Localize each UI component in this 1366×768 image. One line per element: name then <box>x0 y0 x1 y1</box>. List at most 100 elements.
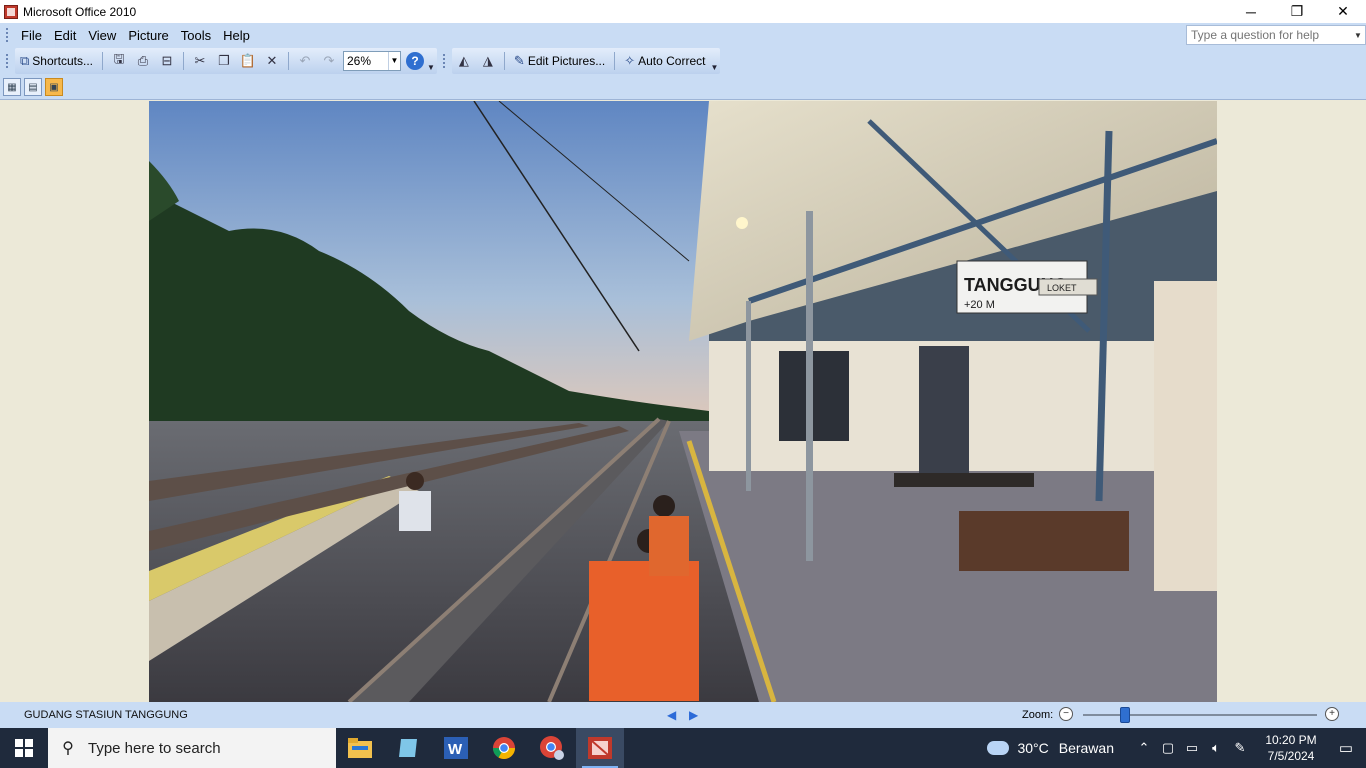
chevron-down-icon[interactable]: ▼ <box>388 52 400 70</box>
view-bar: ▦ ▤ ▣ <box>0 75 1366 100</box>
toolbar-grip-handle[interactable] <box>6 54 9 68</box>
edit-pictures-button[interactable]: ✎ Edit Pictures... <box>510 50 609 72</box>
delete-icon: ✕ <box>266 53 278 68</box>
undo-button[interactable]: ↶ <box>294 50 316 72</box>
zoom-slider-thumb[interactable] <box>1120 707 1131 723</box>
help-dropdown-arrow-icon[interactable]: ▼ <box>1351 31 1365 40</box>
single-picture-view-button[interactable]: ▣ <box>45 78 63 96</box>
windows-logo-icon <box>15 739 33 757</box>
system-tray: 30°C Berawan ⌃ ▢ ▭ 🔈︎ ✎ 10:20 PM 7/5/202… <box>987 728 1366 768</box>
zoom-in-icon[interactable]: + <box>1325 707 1339 721</box>
loket-sign-text: LOKET <box>1047 283 1077 293</box>
toolbar-separator <box>183 52 184 70</box>
notes-app-icon <box>399 739 417 757</box>
filmstrip-view-icon: ▤ <box>28 81 38 93</box>
battery-icon[interactable]: ▭ <box>1180 740 1204 756</box>
station-photo-illustration: TANGGUNG +20 M LOKET <box>149 101 1217 702</box>
title-bar: Microsoft Office 2010 ─ ❐ ✕ <box>0 0 1366 23</box>
help-button[interactable]: ? <box>404 50 426 72</box>
word-icon: W <box>444 737 468 759</box>
thumbnail-view-button[interactable]: ▦ <box>3 78 21 96</box>
toolbar-group-main: ⧉ Shortcuts... 🖫 ⎙ ⊟ ✂ ❐ 📋 ✕ ↶ ↷ 26% ▼ ?… <box>15 48 437 74</box>
toolbar-options-icon[interactable]: ▼ <box>427 63 435 72</box>
taskbar-word[interactable]: W <box>432 728 480 768</box>
svg-text:W: W <box>448 741 463 758</box>
menu-grip-handle[interactable] <box>6 28 9 42</box>
send-icon: ⊟ <box>161 53 173 68</box>
redo-button[interactable]: ↷ <box>318 50 340 72</box>
taskbar-picture-manager[interactable] <box>576 728 624 768</box>
taskbar-notes-app[interactable] <box>384 728 432 768</box>
station-sign-subtext: +20 M <box>964 299 995 311</box>
auto-correct-button[interactable]: ✧ Auto Correct <box>620 50 709 72</box>
menu-tools[interactable]: Tools <box>175 28 217 43</box>
window-controls: ─ ❐ ✕ <box>1228 0 1366 23</box>
toolbar-separator <box>102 52 103 70</box>
zoom-slider-track[interactable] <box>1083 714 1317 716</box>
toolbar-separator <box>503 52 505 70</box>
auto-correct-label: Auto Correct <box>638 54 706 68</box>
zoom-combo[interactable]: 26% ▼ <box>343 51 401 71</box>
shortcuts-icon: ⧉ <box>20 53 30 68</box>
menu-view[interactable]: View <box>82 28 122 43</box>
toolbar-group-picture: ◭ ◮ ✎ Edit Pictures... ✧ Auto Correct ▼ <box>451 48 721 74</box>
paste-button[interactable]: 📋 <box>237 50 259 72</box>
rotate-left-icon: ◭ <box>458 53 469 68</box>
taskbar-chrome[interactable] <box>480 728 528 768</box>
notifications-icon[interactable]: ▭ <box>1326 739 1366 757</box>
taskbar-file-explorer[interactable] <box>336 728 384 768</box>
volume-icon[interactable]: 🔈︎ <box>1204 740 1228 756</box>
menu-bar: File Edit View Picture Tools Help ▼ <box>0 23 1366 47</box>
restore-button[interactable]: ❐ <box>1274 0 1320 23</box>
picture-canvas: TANGGUNG +20 M LOKET <box>0 101 1366 702</box>
shortcuts-button[interactable]: ⧉ Shortcuts... <box>16 50 97 72</box>
menu-help[interactable]: Help <box>217 28 256 43</box>
copy-icon: ❐ <box>218 53 230 68</box>
standard-toolbar: ⧉ Shortcuts... 🖫 ⎙ ⊟ ✂ ❐ 📋 ✕ ↶ ↷ 26% ▼ ?… <box>0 47 1366 75</box>
close-button[interactable]: ✕ <box>1320 0 1366 23</box>
weather-temperature: 30°C <box>1017 740 1049 756</box>
save-icon: 🖫 <box>113 51 125 66</box>
thumbnail-view-icon: ▦ <box>7 81 17 93</box>
single-picture-view-icon: ▣ <box>49 81 59 93</box>
filmstrip-view-button[interactable]: ▤ <box>24 78 42 96</box>
zoom-out-icon[interactable]: − <box>1059 707 1073 721</box>
delete-button[interactable]: ✕ <box>261 50 283 72</box>
minimize-button[interactable]: ─ <box>1228 0 1274 23</box>
toolbar-options-icon[interactable]: ▼ <box>710 63 718 72</box>
start-button[interactable] <box>0 728 48 768</box>
cloud-icon <box>987 741 1010 755</box>
file-explorer-icon <box>348 738 372 758</box>
next-picture-button[interactable]: ▶ <box>689 708 698 722</box>
cut-button[interactable]: ✂ <box>189 50 211 72</box>
taskbar-clock[interactable]: 10:20 PM 7/5/2024 <box>1256 732 1326 764</box>
rotate-left-button[interactable]: ◭ <box>453 50 475 72</box>
photo[interactable]: TANGGUNG +20 M LOKET <box>149 101 1217 702</box>
meet-now-icon[interactable]: ▢ <box>1156 740 1180 756</box>
zoom-combo-value: 26% <box>347 54 372 68</box>
print-button[interactable]: ⎙ <box>132 50 154 72</box>
rotate-right-button[interactable]: ◮ <box>477 50 499 72</box>
search-icon: ⚲ <box>62 740 74 757</box>
weather-widget[interactable]: 30°C Berawan <box>987 740 1114 756</box>
menu-picture[interactable]: Picture <box>122 28 174 43</box>
send-button[interactable]: ⊟ <box>156 50 178 72</box>
taskbar-search-input[interactable] <box>88 739 328 757</box>
chrome-icon <box>493 737 515 759</box>
menu-edit[interactable]: Edit <box>48 28 82 43</box>
clock-time: 10:20 PM <box>1265 733 1317 747</box>
picture-caption: GUDANG STASIUN TANGGUNG <box>24 709 188 721</box>
copy-button[interactable]: ❐ <box>213 50 235 72</box>
toolbar-grip-handle[interactable] <box>442 54 446 68</box>
clock-date: 7/5/2024 <box>1267 749 1315 763</box>
previous-picture-button[interactable]: ◀ <box>667 708 676 722</box>
pen-icon[interactable]: ✎ <box>1228 740 1252 756</box>
edit-pictures-label: Edit Pictures... <box>527 54 606 68</box>
help-question-input[interactable] <box>1187 26 1351 44</box>
menu-file[interactable]: File <box>15 28 48 43</box>
taskbar-chrome-profile[interactable] <box>528 728 576 768</box>
chevron-up-icon[interactable]: ⌃ <box>1132 740 1156 756</box>
taskbar-search[interactable]: ⚲ <box>48 728 336 768</box>
cut-icon: ✂ <box>194 53 206 68</box>
save-button[interactable]: 🖫 <box>108 50 130 72</box>
